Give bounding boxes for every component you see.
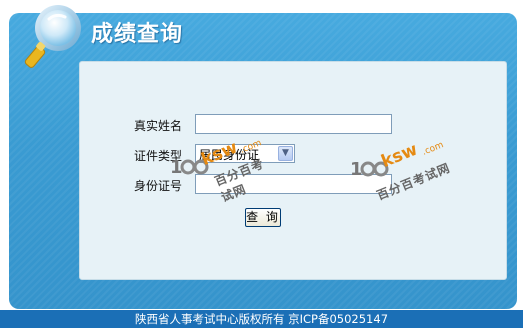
id-type-selected: 居民身份证 <box>199 148 260 162</box>
page-frame: 成绩查询 真实姓名 证件类型 居民身份证 ▼ 身份证号 查 询 1 ksw .c… <box>0 0 523 328</box>
id-number-label: 身份证号 <box>134 179 183 193</box>
name-label: 真实姓名 <box>134 119 183 133</box>
chevron-down-icon[interactable]: ▼ <box>278 146 293 161</box>
footer-copyright: 陕西省人事考试中心版权所有 京ICP备05025147 <box>0 310 523 328</box>
page-title: 成绩查询 <box>91 22 184 47</box>
id-type-select[interactable]: 居民身份证 ▼ <box>195 144 295 163</box>
id-number-input[interactable] <box>195 174 392 194</box>
name-input[interactable] <box>195 114 392 134</box>
id-type-label: 证件类型 <box>134 149 183 163</box>
query-form-area <box>79 61 507 280</box>
query-button[interactable]: 查 询 <box>245 208 281 227</box>
